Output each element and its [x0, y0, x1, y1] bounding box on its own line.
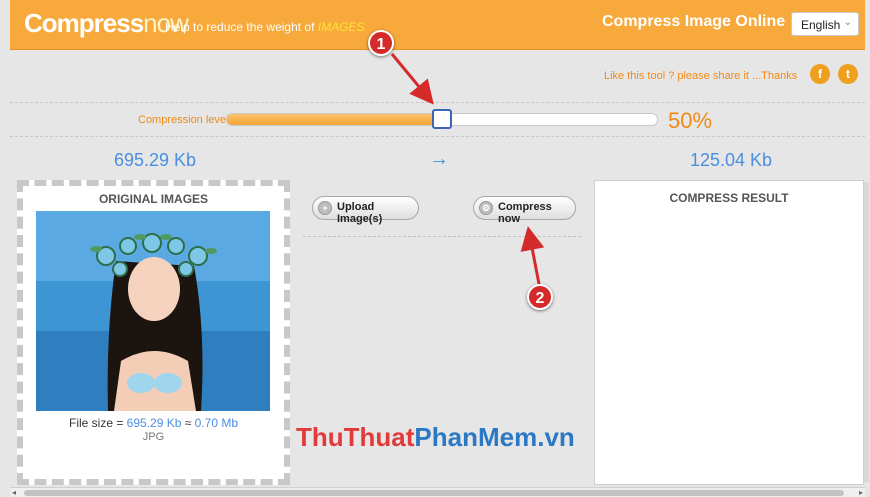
compression-slider-handle[interactable]	[432, 109, 452, 129]
upload-images-button[interactable]: + Upload Image(s)	[312, 196, 419, 225]
file-size-info: File size = 695.29 Kb ≈ 0.70 Mb	[23, 416, 284, 430]
upload-button-label: Upload Image(s)	[337, 201, 383, 225]
site-title: Compress Image Online	[602, 13, 786, 30]
horizontal-scrollbar[interactable]: ◂ ▸	[10, 487, 865, 497]
tagline: Help to reduce the weight of IMAGES	[165, 20, 364, 34]
language-value: English	[801, 18, 841, 32]
gear-icon: ⚙	[479, 201, 493, 215]
original-size: 695.29 Kb	[114, 150, 197, 170]
twitter-icon[interactable]: t	[838, 64, 858, 84]
tagline-emphasis: IMAGES	[317, 20, 365, 34]
watermark: ThuThuatPhanMem.vn	[296, 422, 575, 453]
vertical-scrollbar[interactable]	[864, 182, 869, 482]
compression-slider-fill	[227, 114, 442, 125]
compress-now-button[interactable]: ⚙ Compress now	[473, 196, 576, 225]
file-size-kb: 695.29 Kb	[126, 416, 182, 430]
arrow-right-icon: →	[429, 148, 449, 170]
file-size-approx: ≈	[181, 416, 195, 430]
scrollbar-thumb[interactable]	[24, 490, 844, 496]
logo-compress: Compress	[24, 8, 144, 38]
compressed-size: 125.04 Kb	[690, 150, 773, 170]
top-header: Compressnow Help to reduce the weight of…	[10, 0, 865, 50]
callout-1: 1	[368, 30, 394, 56]
divider	[10, 102, 865, 103]
share-text: Like this tool ? please share it ...Than…	[604, 70, 798, 82]
original-images-panel: ORIGINAL IMAGES File size = 695.29 Kb ≈ …	[17, 180, 290, 485]
original-image-thumbnail[interactable]	[36, 211, 270, 411]
chevron-down-icon: ⌄	[843, 17, 852, 28]
divider	[10, 136, 865, 137]
file-size-prefix: File size =	[68, 416, 127, 430]
compress-button-label: Compress now	[498, 201, 552, 225]
tagline-text: Help to reduce the weight of	[165, 20, 318, 34]
scroll-left-icon[interactable]: ◂	[12, 488, 16, 497]
annotation-arrow-2	[520, 226, 545, 285]
photo-illustration	[36, 211, 270, 411]
original-images-title: ORIGINAL IMAGES	[98, 192, 209, 206]
logo[interactable]: Compressnow	[24, 8, 189, 39]
watermark-part2: PhanMem.vn	[414, 422, 575, 452]
callout-2: 2	[527, 284, 553, 310]
action-bar: + Upload Image(s) ⚙ Compress now	[303, 182, 581, 237]
watermark-part1: ThuThuat	[296, 422, 415, 452]
compression-label: Compression level	[138, 114, 229, 126]
upload-icon: +	[318, 201, 332, 215]
compression-percent: 50%	[668, 108, 713, 133]
language-select[interactable]: English ⌄	[791, 12, 859, 36]
facebook-icon[interactable]: f	[810, 64, 830, 84]
scroll-right-icon[interactable]: ▸	[859, 488, 863, 497]
file-type: JPG	[142, 431, 165, 443]
compress-result-title: COMPRESS RESULT	[669, 191, 789, 205]
file-size-mb: 0.70 Mb	[194, 416, 239, 430]
annotation-arrow-1	[390, 53, 434, 105]
compress-result-panel: COMPRESS RESULT	[594, 180, 864, 485]
